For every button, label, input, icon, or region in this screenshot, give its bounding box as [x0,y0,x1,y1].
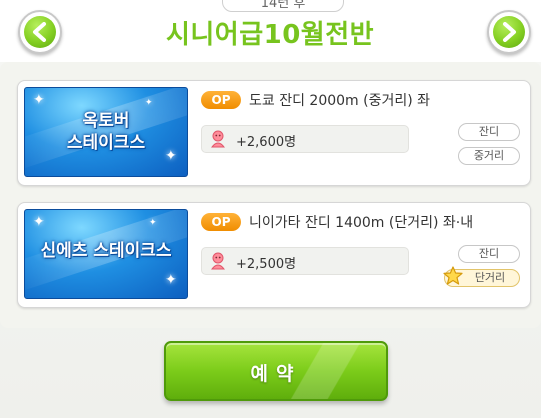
star-icon [443,266,463,291]
fans-reward: +2,500명 [201,247,409,275]
page-title: 시니어급10월전반 [165,20,375,50]
race-name: 옥토버 스테이크스 [66,111,146,153]
sparkle-icon: ✦ [145,98,153,108]
chevron-left-icon [24,16,56,48]
race-description: 니이가타 잔디 1400m (단거리) 좌·내 [249,215,474,231]
surface-tag: 잔디 [458,123,520,141]
race-card[interactable]: ✦ ✦ ✦ 신에츠 스테이크스 OP 니이가타 잔디 1400m (단거리) 좌… [17,202,531,308]
race-banner: ✦ ✦ ✦ 옥토버 스테이크스 [24,87,188,177]
sparkle-icon: ✦ [33,214,45,230]
turn-indicator: 14턴 후 [222,0,344,12]
chevron-right-icon [493,16,525,48]
fan-icon [208,130,228,152]
fans-reward: +2,600명 [201,125,409,153]
fan-icon [208,252,228,274]
sparkle-icon: ✦ [149,218,157,228]
next-month-button[interactable] [487,10,531,54]
turn-label: 14턴 후 [260,0,306,11]
prev-month-button[interactable] [18,10,62,54]
grade-badge: OP [201,213,241,231]
race-banner: ✦ ✦ ✦ 신에츠 스테이크스 [24,209,188,299]
reserve-button-label: 예약 [250,363,302,385]
fans-count: +2,500명 [236,257,297,272]
header: 14턴 후 시니어급10월전반 [0,0,541,62]
sparkle-icon: ✦ [165,272,177,288]
race-reservation-screen: 14턴 후 시니어급10월전반 ✦ ✦ ✦ 옥토버 스테이크스 OP 도쿄 잔디… [0,0,541,418]
fans-count: +2,600명 [236,135,297,150]
race-description: 도쿄 잔디 2000m (중거리) 좌 [249,93,431,109]
race-card[interactable]: ✦ ✦ ✦ 옥토버 스테이크스 OP 도쿄 잔디 2000m (중거리) 좌 +… [17,80,531,186]
race-name: 신에츠 스테이크스 [40,241,172,261]
grade-badge: OP [201,91,241,109]
distance-tag: 단거리 [443,266,520,287]
surface-tag: 잔디 [458,245,520,263]
race-list: ✦ ✦ ✦ 옥토버 스테이크스 OP 도쿄 잔디 2000m (중거리) 좌 +… [0,62,541,328]
reserve-button[interactable]: 예약 [164,341,388,401]
sparkle-icon: ✦ [33,92,45,108]
distance-tag: 중거리 [458,147,520,165]
